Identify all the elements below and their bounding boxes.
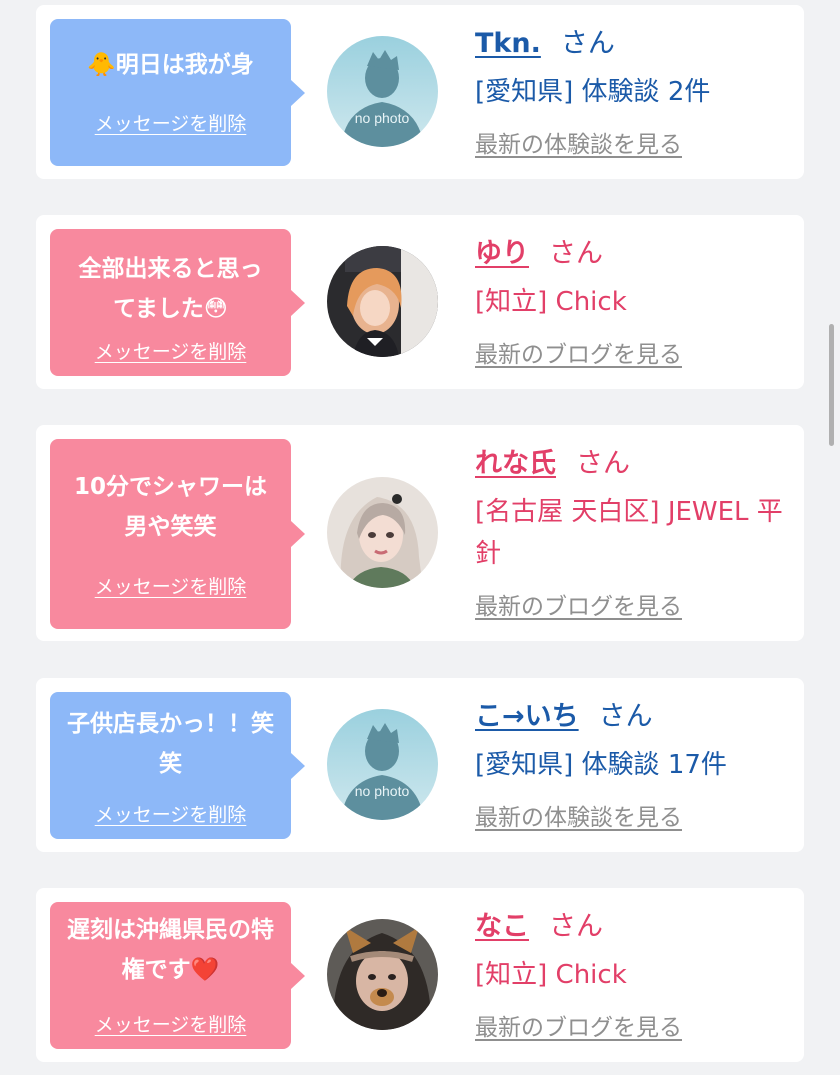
message-text: 子供店長かっ！！笑笑 (67, 711, 274, 777)
sender-info: ゆり さん [知立] Chick 最新のブログを見る (475, 215, 790, 389)
message-text: 10分でシャワーは男や笑笑 (73, 474, 267, 540)
message-bubble: 子供店長かっ！！笑笑 メッセージを削除 (50, 692, 305, 839)
sender-name-link[interactable]: Tkn. (475, 28, 541, 59)
svg-text:no photo: no photo (355, 110, 410, 126)
message-bubble: 🐥明日は我が身 メッセージを削除 (50, 19, 305, 166)
avatar[interactable]: no photo (327, 36, 438, 147)
sender-name-link[interactable]: なこ (475, 911, 529, 942)
sender-detail: [知立] Chick (475, 960, 627, 990)
honorific: さん (549, 238, 603, 269)
message-card: 全部出来ると思ってました😳 メッセージを削除 ゆり さん [知立] Chick 最… (36, 215, 804, 389)
latest-blog-link[interactable]: 最新のブログを見る (475, 340, 682, 370)
message-text: 遅刻は沖縄県民の特権です❤️ (67, 917, 274, 983)
honorific: さん (576, 448, 630, 479)
delete-message-link[interactable]: メッセージを削除 (50, 110, 291, 138)
message-bubble: 全部出来ると思ってました😳 メッセージを削除 (50, 229, 305, 376)
sender-detail: [名古屋 天白区] JEWEL 平針 (475, 497, 783, 569)
delete-message-link[interactable]: メッセージを削除 (50, 573, 291, 601)
latest-review-link[interactable]: 最新の体験談を見る (475, 130, 682, 160)
honorific: さん (560, 28, 615, 59)
sender-name-link[interactable]: れな氏 (475, 448, 556, 479)
scrollbar[interactable] (829, 324, 834, 446)
sender-detail: [愛知県] 体験談 17件 (475, 750, 727, 780)
honorific: さん (598, 701, 653, 732)
delete-message-link[interactable]: メッセージを削除 (50, 801, 291, 829)
avatar[interactable]: no photo (327, 709, 438, 820)
message-bubble: 遅刻は沖縄県民の特権です❤️ メッセージを削除 (50, 902, 305, 1049)
sender-name-line: れな氏 さん (475, 447, 630, 481)
svg-text:no photo: no photo (355, 783, 410, 799)
latest-blog-link[interactable]: 最新のブログを見る (475, 1013, 682, 1043)
sender-info: なこ さん [知立] Chick 最新のブログを見る (475, 888, 790, 1062)
message-card: 🐥明日は我が身 メッセージを削除 no photo Tkn. さん [愛知県] … (36, 5, 804, 179)
message-text: 🐥明日は我が身 (87, 52, 254, 78)
latest-review-link[interactable]: 最新の体験談を見る (475, 803, 682, 833)
sender-name-line: なこ さん (475, 910, 603, 944)
sender-name-link[interactable]: こ→いち (475, 701, 579, 732)
message-list-page: 🐥明日は我が身 メッセージを削除 no photo Tkn. さん [愛知県] … (0, 0, 840, 1075)
delete-message-link[interactable]: メッセージを削除 (50, 338, 291, 366)
sender-name-link[interactable]: ゆり (475, 238, 529, 269)
sender-detail: [愛知県] 体験談 2件 (475, 77, 711, 107)
sender-name-line: Tkn. さん (475, 27, 615, 61)
sender-name-line: ゆり さん (475, 237, 603, 271)
message-card: 遅刻は沖縄県民の特権です❤️ メッセージを削除 なこさん [知立] Chick (36, 888, 804, 1062)
honorific: さん (549, 911, 603, 942)
no-photo-avatar-icon: no photo (327, 709, 438, 820)
no-photo-avatar-icon: no photo (327, 36, 438, 147)
profile-photo-icon (327, 246, 438, 357)
sender-detail: [知立] Chick (475, 287, 627, 317)
avatar[interactable] (327, 246, 438, 357)
message-card: 10分でシャワーは男や笑笑 メッセージを削除 れな氏 さん [名古屋 天白区] J… (36, 425, 804, 641)
sender-name-line: こ→いち さん (475, 700, 653, 734)
message-text: 全部出来ると思ってました😳 (78, 256, 263, 322)
sender-info: こ→いち さん [愛知県] 体験談 17件 最新の体験談を見る (475, 678, 790, 852)
sender-info: Tkn. さん [愛知県] 体験談 2件 最新の体験談を見る (475, 5, 790, 179)
message-card: 子供店長かっ！！笑笑 メッセージを削除 no photo こ→いち さん [愛知… (36, 678, 804, 852)
sender-info: れな氏 さん [名古屋 天白区] JEWEL 平針 最新のブログを見る (475, 425, 790, 641)
message-bubble: 10分でシャワーは男や笑笑 メッセージを削除 (50, 439, 305, 629)
latest-blog-link[interactable]: 最新のブログを見る (475, 592, 682, 622)
delete-message-link[interactable]: メッセージを削除 (50, 1011, 291, 1039)
avatar[interactable] (327, 477, 438, 588)
avatar[interactable] (327, 919, 438, 1030)
profile-photo-icon (327, 919, 438, 1030)
profile-photo-icon (327, 477, 438, 588)
